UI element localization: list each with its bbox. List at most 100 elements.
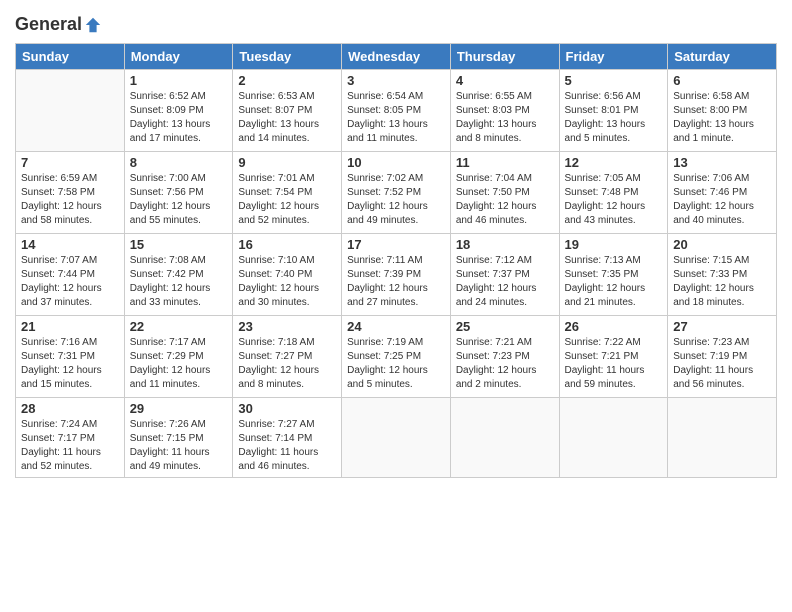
calendar-cell: 27 Sunrise: 7:23 AM Sunset: 7:19 PM Dayli… [668,316,777,398]
day-info: Sunrise: 7:06 AM Sunset: 7:46 PM Dayligh… [673,172,771,228]
calendar-cell [559,398,668,478]
header-monday: Monday [124,44,233,70]
header-tuesday: Tuesday [233,44,342,70]
calendar-cell: 8 Sunrise: 7:00 AM Sunset: 7:56 PM Daylig… [124,152,233,234]
calendar-cell [342,398,451,478]
day-number: 3 [347,73,445,88]
day-number: 14 [21,237,119,252]
day-info: Sunrise: 7:13 AM Sunset: 7:35 PM Dayligh… [565,254,663,310]
calendar-cell: 12 Sunrise: 7:05 AM Sunset: 7:48 PM Dayli… [559,152,668,234]
page-container: General SundayMondayTuesdayWednesdayThur… [0,0,792,612]
calendar-cell: 11 Sunrise: 7:04 AM Sunset: 7:50 PM Dayli… [450,152,559,234]
calendar-cell: 10 Sunrise: 7:02 AM Sunset: 7:52 PM Dayli… [342,152,451,234]
day-number: 23 [238,319,336,334]
day-info: Sunrise: 6:56 AM Sunset: 8:01 PM Dayligh… [565,90,663,146]
calendar-cell: 16 Sunrise: 7:10 AM Sunset: 7:40 PM Dayli… [233,234,342,316]
day-info: Sunrise: 7:19 AM Sunset: 7:25 PM Dayligh… [347,336,445,392]
day-info: Sunrise: 6:58 AM Sunset: 8:00 PM Dayligh… [673,90,771,146]
day-info: Sunrise: 7:23 AM Sunset: 7:19 PM Dayligh… [673,336,771,392]
calendar-cell: 18Sunrise: 7:12 AM Sunset: 7:37 PM Dayli… [450,234,559,316]
header-friday: Friday [559,44,668,70]
day-number: 25 [456,319,554,334]
calendar-cell: 25 Sunrise: 7:21 AM Sunset: 7:23 PM Dayli… [450,316,559,398]
calendar-cell [668,398,777,478]
day-info: Sunrise: 6:59 AM Sunset: 7:58 PM Dayligh… [21,172,119,228]
day-number: 16 [238,237,336,252]
day-number: 11 [456,155,554,170]
day-number: 28 [21,401,119,416]
day-number: 2 [238,73,336,88]
day-number: 26 [565,319,663,334]
day-info: Sunrise: 7:01 AM Sunset: 7:54 PM Dayligh… [238,172,336,228]
logo: General [15,14,102,35]
calendar-week-4: 28 Sunrise: 7:24 AM Sunset: 7:17 PM Dayli… [16,398,777,478]
calendar-cell: 19 Sunrise: 7:13 AM Sunset: 7:35 PM Dayli… [559,234,668,316]
calendar-cell: 15Sunrise: 7:08 AM Sunset: 7:42 PM Dayli… [124,234,233,316]
header-wednesday: Wednesday [342,44,451,70]
day-number: 10 [347,155,445,170]
day-info: Sunrise: 7:10 AM Sunset: 7:40 PM Dayligh… [238,254,336,310]
day-info: Sunrise: 6:53 AM Sunset: 8:07 PM Dayligh… [238,90,336,146]
header-sunday: Sunday [16,44,125,70]
day-number: 1 [130,73,228,88]
calendar-cell [16,70,125,152]
day-info: Sunrise: 7:24 AM Sunset: 7:17 PM Dayligh… [21,418,119,474]
calendar-cell: 14 Sunrise: 7:07 AM Sunset: 7:44 PM Dayli… [16,234,125,316]
calendar-cell: 7Sunrise: 6:59 AM Sunset: 7:58 PM Daylig… [16,152,125,234]
day-info: Sunrise: 7:16 AM Sunset: 7:31 PM Dayligh… [21,336,119,392]
calendar-cell: 20 Sunrise: 7:15 AM Sunset: 7:33 PM Dayli… [668,234,777,316]
calendar-header-row: SundayMondayTuesdayWednesdayThursdayFrid… [16,44,777,70]
day-info: Sunrise: 6:52 AM Sunset: 8:09 PM Dayligh… [130,90,228,146]
calendar-cell: 23 Sunrise: 7:18 AM Sunset: 7:27 PM Dayli… [233,316,342,398]
calendar-week-3: 21Sunrise: 7:16 AM Sunset: 7:31 PM Dayli… [16,316,777,398]
calendar-cell: 2 Sunrise: 6:53 AM Sunset: 8:07 PM Daylig… [233,70,342,152]
day-number: 20 [673,237,771,252]
day-info: Sunrise: 7:18 AM Sunset: 7:27 PM Dayligh… [238,336,336,392]
day-number: 30 [238,401,336,416]
calendar-cell: 13Sunrise: 7:06 AM Sunset: 7:46 PM Dayli… [668,152,777,234]
day-number: 15 [130,237,228,252]
calendar-cell [450,398,559,478]
calendar-cell: 29Sunrise: 7:26 AM Sunset: 7:15 PM Dayli… [124,398,233,478]
day-info: Sunrise: 7:21 AM Sunset: 7:23 PM Dayligh… [456,336,554,392]
day-info: Sunrise: 7:04 AM Sunset: 7:50 PM Dayligh… [456,172,554,228]
day-info: Sunrise: 7:05 AM Sunset: 7:48 PM Dayligh… [565,172,663,228]
day-number: 12 [565,155,663,170]
day-number: 9 [238,155,336,170]
day-info: Sunrise: 7:00 AM Sunset: 7:56 PM Dayligh… [130,172,228,228]
calendar-cell: 5Sunrise: 6:56 AM Sunset: 8:01 PM Daylig… [559,70,668,152]
calendar-table: SundayMondayTuesdayWednesdayThursdayFrid… [15,43,777,478]
calendar-week-0: 1 Sunrise: 6:52 AM Sunset: 8:09 PM Daylig… [16,70,777,152]
day-info: Sunrise: 7:26 AM Sunset: 7:15 PM Dayligh… [130,418,228,474]
calendar-cell: 3Sunrise: 6:54 AM Sunset: 8:05 PM Daylig… [342,70,451,152]
calendar-cell: 28 Sunrise: 7:24 AM Sunset: 7:17 PM Dayli… [16,398,125,478]
day-number: 27 [673,319,771,334]
header: General [15,10,777,35]
day-number: 18 [456,237,554,252]
day-info: Sunrise: 7:17 AM Sunset: 7:29 PM Dayligh… [130,336,228,392]
day-number: 22 [130,319,228,334]
calendar-cell: 9 Sunrise: 7:01 AM Sunset: 7:54 PM Daylig… [233,152,342,234]
calendar-cell: 30Sunrise: 7:27 AM Sunset: 7:14 PM Dayli… [233,398,342,478]
day-info: Sunrise: 7:15 AM Sunset: 7:33 PM Dayligh… [673,254,771,310]
logo-icon [84,16,102,34]
day-number: 4 [456,73,554,88]
day-info: Sunrise: 7:22 AM Sunset: 7:21 PM Dayligh… [565,336,663,392]
calendar-cell: 1 Sunrise: 6:52 AM Sunset: 8:09 PM Daylig… [124,70,233,152]
day-info: Sunrise: 7:02 AM Sunset: 7:52 PM Dayligh… [347,172,445,228]
day-number: 8 [130,155,228,170]
calendar-cell: 4 Sunrise: 6:55 AM Sunset: 8:03 PM Daylig… [450,70,559,152]
calendar-cell: 6 Sunrise: 6:58 AM Sunset: 8:00 PM Daylig… [668,70,777,152]
calendar-week-1: 7Sunrise: 6:59 AM Sunset: 7:58 PM Daylig… [16,152,777,234]
day-number: 6 [673,73,771,88]
logo-general-text: General [15,14,82,35]
calendar-cell: 21Sunrise: 7:16 AM Sunset: 7:31 PM Dayli… [16,316,125,398]
day-number: 19 [565,237,663,252]
day-number: 24 [347,319,445,334]
day-info: Sunrise: 7:11 AM Sunset: 7:39 PM Dayligh… [347,254,445,310]
header-saturday: Saturday [668,44,777,70]
day-info: Sunrise: 6:55 AM Sunset: 8:03 PM Dayligh… [456,90,554,146]
day-info: Sunrise: 7:07 AM Sunset: 7:44 PM Dayligh… [21,254,119,310]
calendar-cell: 24 Sunrise: 7:19 AM Sunset: 7:25 PM Dayli… [342,316,451,398]
header-thursday: Thursday [450,44,559,70]
